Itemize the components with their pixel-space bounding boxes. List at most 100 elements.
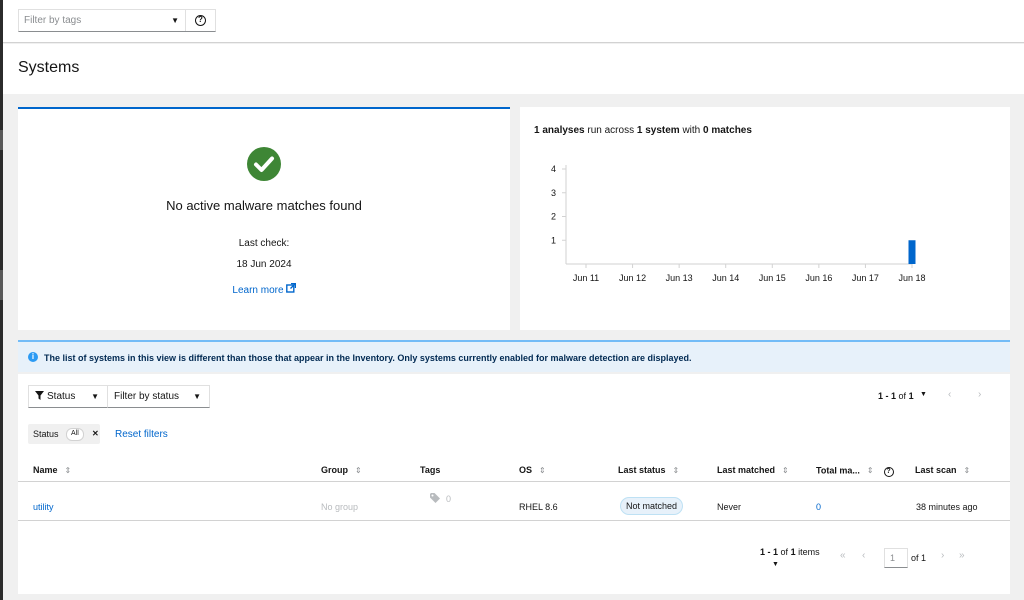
analyses-bar-chart: 1 2 3 4 Jun 11 Jun 12 Jun 13 Jun 14 Jun 15 Jun 16… [551, 164, 926, 283]
question-circle-icon[interactable]: ? [883, 465, 894, 477]
reset-filters-button[interactable]: Reset filters [115, 429, 168, 440]
status-filter-chip: Status All ✕ [28, 424, 100, 444]
y-tick-label: 3 [551, 188, 556, 198]
pagination-bottom-toggle[interactable]: 1 - 1 of 1 items [760, 547, 820, 557]
page-number-input[interactable]: 1 [884, 548, 908, 568]
sort-icon: ⇕ [539, 466, 546, 475]
previous-page-icon[interactable]: ‹ [948, 389, 951, 400]
pagination-of: of [898, 391, 907, 401]
caret-down-icon[interactable]: ▼ [920, 391, 927, 398]
x-tick-label: Jun 18 [898, 273, 925, 283]
analyses-chart-card: 1 analyses run across 1 system with 0 ma… [520, 107, 1010, 330]
column-header-last-scan[interactable]: Last scan ⇕ [915, 465, 970, 475]
tag-filter-bar: Filter by tags ▼ ? [3, 0, 1024, 43]
last-check-label: Last check: [238, 238, 290, 249]
y-tick-label: 2 [551, 212, 556, 222]
column-label: Tags [420, 465, 441, 475]
last-check-date: 18 Jun 2024 [236, 259, 292, 270]
column-label: Group [321, 465, 348, 475]
tag-filter-placeholder: Filter by tags [24, 15, 82, 26]
info-alert: i The list of systems in this view is di… [18, 340, 1010, 372]
total-matches-link[interactable]: 0 [816, 502, 821, 512]
filter-by-status-label: Filter by status [114, 391, 180, 402]
chip-value: All [66, 428, 84, 441]
first-page-icon[interactable]: « [840, 550, 846, 561]
x-tick-label: Jun 16 [805, 273, 832, 283]
sort-icon: ⇕ [64, 466, 72, 475]
page-title: Systems [18, 59, 80, 76]
tag-count: 0 [446, 494, 452, 504]
sort-icon: ⇕ [866, 466, 874, 476]
pagination-total: 1 [790, 547, 796, 557]
column-label: Total ma... [816, 465, 860, 476]
previous-page-icon[interactable]: ‹ [862, 550, 865, 561]
status-filter-dropdown[interactable]: Status ▼ [28, 385, 108, 408]
x-tick-label: Jun 17 [852, 273, 879, 283]
last-page-icon[interactable]: » [959, 550, 965, 561]
sort-icon: ⇕ [782, 466, 789, 475]
column-header-last-status[interactable]: Last status ⇕ [618, 465, 679, 475]
page-of-label: of 1 [911, 553, 927, 563]
column-label: Last scan [915, 465, 957, 475]
column-header-total-matches[interactable]: Total ma... ⇕? [816, 465, 894, 477]
column-header-os[interactable]: OS ⇕ [519, 465, 546, 475]
caret-down-icon: ▼ [171, 16, 179, 25]
x-tick-label: Jun 15 [759, 273, 786, 283]
x-tick-label: Jun 12 [619, 273, 646, 283]
learn-more-link[interactable]: Learn more [18, 282, 510, 296]
caret-down-icon: ▼ [91, 392, 99, 401]
column-header-last-matched[interactable]: Last matched ⇕ [717, 465, 789, 475]
check-circle-icon [247, 147, 281, 181]
next-page-icon[interactable]: › [978, 389, 981, 400]
status-badge: Not matched [620, 497, 684, 515]
column-label: OS [519, 465, 533, 475]
last-matched: Never [717, 502, 742, 512]
next-page-icon[interactable]: › [941, 550, 944, 561]
alert-message: The list of systems in this view is diff… [44, 353, 692, 363]
close-icon[interactable]: ✕ [92, 429, 99, 438]
column-label: Last status [618, 465, 666, 475]
column-header-tags: Tags [420, 465, 440, 475]
sort-icon: ⇕ [963, 466, 971, 475]
malware-summary-card: No active malware matches found Last che… [18, 107, 510, 330]
pagination-top-toggle[interactable]: 1 - 1 of 1 [878, 391, 914, 401]
system-name-link[interactable]: utility [33, 502, 54, 512]
header-divider [18, 481, 1010, 482]
page-header: Systems [3, 44, 1024, 94]
caret-down-icon[interactable]: ▼ [772, 561, 779, 568]
sort-icon: ⇕ [355, 466, 362, 475]
pagination-total: 1 [908, 391, 914, 401]
column-label: Last matched [717, 465, 776, 475]
column-header-name[interactable]: Name ⇕ [33, 465, 71, 475]
x-tick-label: Jun 13 [666, 273, 693, 283]
y-tick-label: 4 [551, 164, 556, 174]
system-os: RHEL 8.6 [519, 502, 558, 512]
chip-category: Status [33, 429, 59, 439]
row-divider [18, 520, 1010, 521]
question-circle-icon: ? [195, 15, 206, 26]
column-header-group[interactable]: Group ⇕ [321, 465, 362, 475]
help-button[interactable]: ? [186, 10, 215, 31]
tag-icon[interactable] [430, 493, 441, 506]
x-tick-label: Jun 11 [573, 273, 599, 283]
tag-filter-select[interactable]: Filter by tags ▼ [19, 10, 186, 31]
pagination-of: of [780, 547, 789, 557]
info-circle-icon: i [28, 352, 38, 362]
filter-icon [35, 390, 44, 403]
bar [908, 240, 916, 264]
tag-filter: Filter by tags ▼ ? [18, 9, 216, 32]
column-label: Name [33, 465, 58, 475]
pagination-items: items [798, 547, 820, 557]
sort-icon: ⇕ [672, 466, 680, 475]
status-filter-label: Status [47, 391, 76, 402]
summary-heading: No active malware matches found [166, 198, 362, 213]
filter-by-status-dropdown[interactable]: Filter by status ▼ [107, 385, 210, 408]
learn-more-label: Learn more [232, 285, 284, 296]
last-scan: 38 minutes ago [916, 502, 978, 512]
systems-table-card: Status ▼ Filter by status ▼ 1 - 1 of 1 ▼… [18, 374, 1010, 594]
pagination-range: 1 - 1 [760, 547, 779, 557]
pagination-range: 1 - 1 [878, 391, 897, 401]
external-link-icon [285, 282, 296, 296]
x-tick-label: Jun 14 [712, 273, 739, 283]
system-group: No group [321, 502, 359, 512]
